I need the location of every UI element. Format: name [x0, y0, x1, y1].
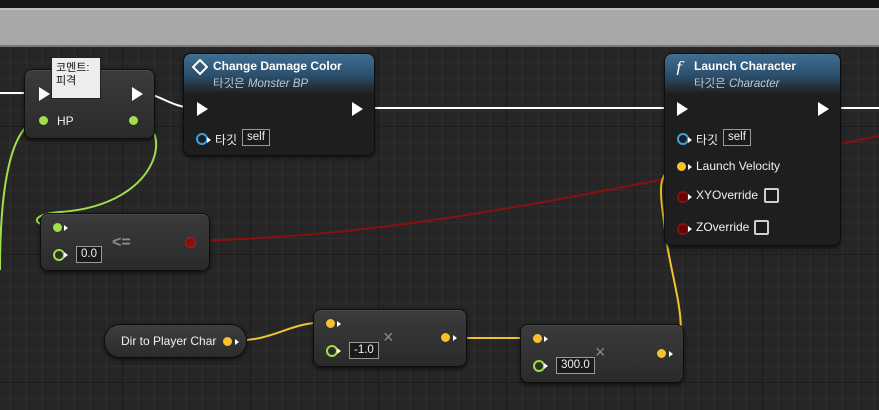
- subtitle-target: Character: [728, 78, 780, 90]
- z-override-label: ZOverride: [696, 220, 750, 234]
- hp-pin-label: HP: [57, 114, 74, 128]
- b-input-value[interactable]: 0.0: [76, 246, 102, 263]
- b-input-arrow-icon: [64, 252, 68, 258]
- target-value[interactable]: self: [242, 129, 270, 146]
- a-input-arrow-icon: [64, 225, 68, 231]
- xy-override-checkbox[interactable]: [764, 188, 779, 203]
- target-label: 타깃: [215, 133, 238, 147]
- less-equal-operator: <=: [112, 234, 131, 251]
- tooltip-line-2: 피격: [56, 75, 77, 87]
- exec-in-pin[interactable]: [39, 87, 50, 101]
- function-icon: f: [675, 59, 685, 75]
- target-arrow-icon: [688, 137, 692, 143]
- b-input-value[interactable]: 300.0: [556, 357, 595, 374]
- comment-tooltip: 코멘트: 피격: [51, 57, 101, 99]
- bool-output-pin[interactable]: [185, 237, 196, 248]
- less-equal-node[interactable]: 0.0 <=: [40, 213, 210, 271]
- exec-in-pin[interactable]: [677, 102, 688, 116]
- node-subtitle: 타깃은 Monster BP: [213, 75, 308, 91]
- a-input-arrow-icon: [544, 336, 548, 342]
- variable-label: Dir to Player Char: [121, 334, 217, 348]
- b-input-arrow-icon: [544, 363, 548, 369]
- target-value[interactable]: self: [723, 129, 751, 146]
- vector-output-arrow-icon: [669, 351, 673, 357]
- b-input-arrow-icon: [337, 348, 341, 354]
- multiply-operator: ×: [383, 327, 394, 347]
- vector-output-pin[interactable]: [657, 349, 666, 358]
- graph-top-border: [0, 0, 879, 8]
- vector-output-pin[interactable]: [441, 333, 450, 342]
- vector-output-pin[interactable]: [223, 337, 232, 346]
- subtitle-prefix: 타깃은: [694, 78, 726, 90]
- subtitle-prefix: 타깃은: [213, 78, 245, 90]
- multiply-node-2[interactable]: 300.0 ×: [520, 324, 684, 383]
- node-header: Change Damage Color 타깃은 Monster BP: [184, 54, 374, 94]
- exec-out-pin[interactable]: [132, 87, 143, 101]
- vector-output-arrow-icon: [453, 335, 457, 341]
- exec-in-pin[interactable]: [197, 102, 208, 116]
- multiply-operator: ×: [595, 342, 606, 362]
- target-arrow-icon: [207, 137, 211, 143]
- subtitle-target: Monster BP: [247, 78, 309, 90]
- node-title: Change Damage Color: [213, 59, 342, 73]
- vector-output-arrow-icon: [235, 339, 239, 345]
- exec-out-pin[interactable]: [818, 102, 829, 116]
- node-subtitle: 타깃은 Character: [694, 75, 779, 91]
- a-input-arrow-icon: [337, 321, 341, 327]
- multiply-node-1[interactable]: -1.0 ×: [313, 309, 467, 367]
- node-header: f Launch Character 타깃은 Character: [665, 54, 840, 94]
- a-input-pin[interactable]: [326, 319, 335, 328]
- xy-override-arrow-icon: [688, 194, 692, 200]
- launch-velocity-label: Launch Velocity: [696, 159, 781, 173]
- z-override-arrow-icon: [688, 226, 692, 232]
- exec-out-pin[interactable]: [352, 102, 363, 116]
- comment-box-header[interactable]: [0, 8, 879, 47]
- change-damage-color-node[interactable]: Change Damage Color 타깃은 Monster BP 타깃 se…: [183, 53, 375, 156]
- hp-output-pin[interactable]: [129, 116, 138, 125]
- launch-character-node[interactable]: f Launch Character 타깃은 Character 타깃 self…: [664, 53, 841, 246]
- event-diamond-icon: [192, 59, 208, 75]
- launch-velocity-arrow-icon: [688, 164, 692, 170]
- a-input-pin[interactable]: [53, 223, 62, 232]
- svg-text:f: f: [675, 59, 685, 75]
- dir-to-player-char-node[interactable]: Dir to Player Char: [104, 324, 247, 358]
- node-title: Launch Character: [694, 59, 797, 73]
- b-input-value[interactable]: -1.0: [349, 342, 379, 359]
- z-override-checkbox[interactable]: [754, 220, 769, 235]
- xy-override-label: XYOverride: [696, 188, 759, 202]
- target-label: 타깃: [696, 133, 719, 147]
- hp-input-pin[interactable]: [39, 116, 48, 125]
- launch-velocity-pin[interactable]: [677, 162, 686, 171]
- tooltip-line-1: 코멘트:: [56, 62, 90, 74]
- a-input-pin[interactable]: [533, 334, 542, 343]
